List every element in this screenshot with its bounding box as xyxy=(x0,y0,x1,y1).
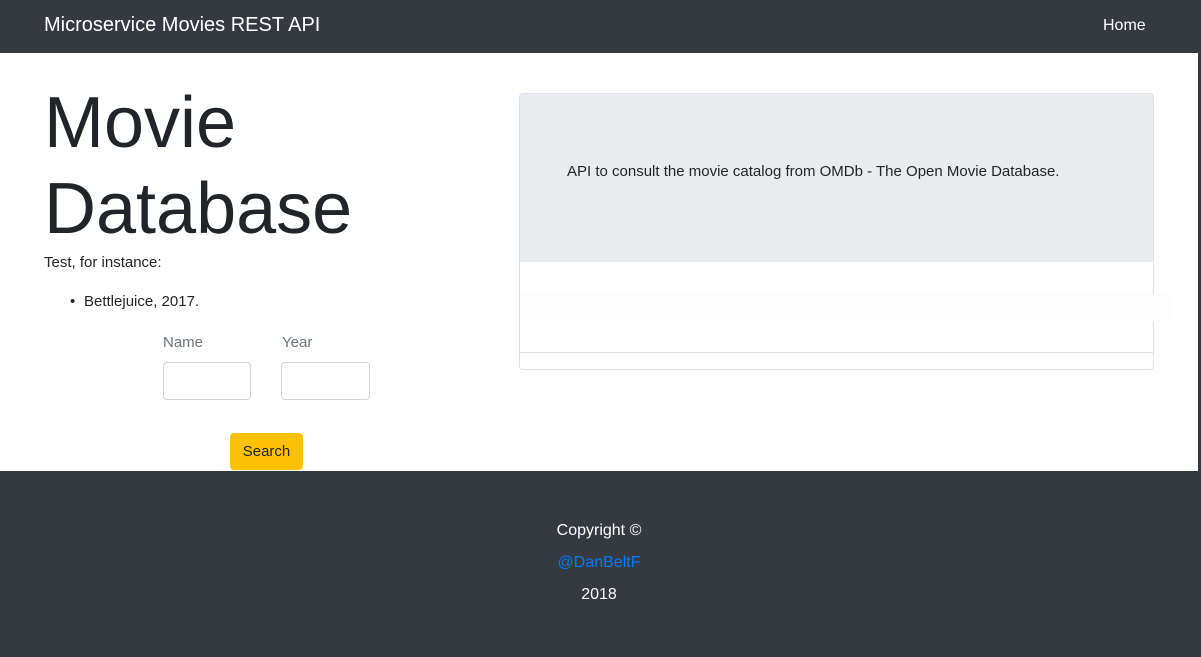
result-panel: API to consult the movie catalog from OM… xyxy=(519,93,1170,370)
example-item: Bettlejuice, 2017. xyxy=(70,293,199,310)
api-description: API to consult the movie catalog from OM… xyxy=(567,163,1060,180)
top-navbar: Microservice Movies REST API Home xyxy=(0,0,1201,53)
intro-text: Test, for instance: xyxy=(44,254,162,271)
description-jumbotron: API to consult the movie catalog from OM… xyxy=(520,94,1153,262)
page-footer: Copyright © @DanBeltF 2018 xyxy=(0,471,1201,657)
author-link[interactable]: @DanBeltF xyxy=(558,554,641,571)
year-input[interactable] xyxy=(281,362,370,400)
example-list: Bettlejuice, 2017. xyxy=(70,293,199,310)
results-area xyxy=(520,294,1170,321)
name-label: Name xyxy=(163,334,204,351)
page-title: Movie Database xyxy=(44,83,353,249)
copyright-text: Copyright © xyxy=(556,522,642,539)
nav-home-link[interactable]: Home xyxy=(1103,17,1146,35)
name-input[interactable] xyxy=(163,362,251,400)
search-button[interactable]: Search xyxy=(230,433,303,470)
year-label: Year xyxy=(282,334,313,351)
navbar-brand[interactable]: Microservice Movies REST API xyxy=(44,14,320,37)
copyright-year: 2018 xyxy=(581,586,617,603)
panel-divider xyxy=(520,352,1153,353)
